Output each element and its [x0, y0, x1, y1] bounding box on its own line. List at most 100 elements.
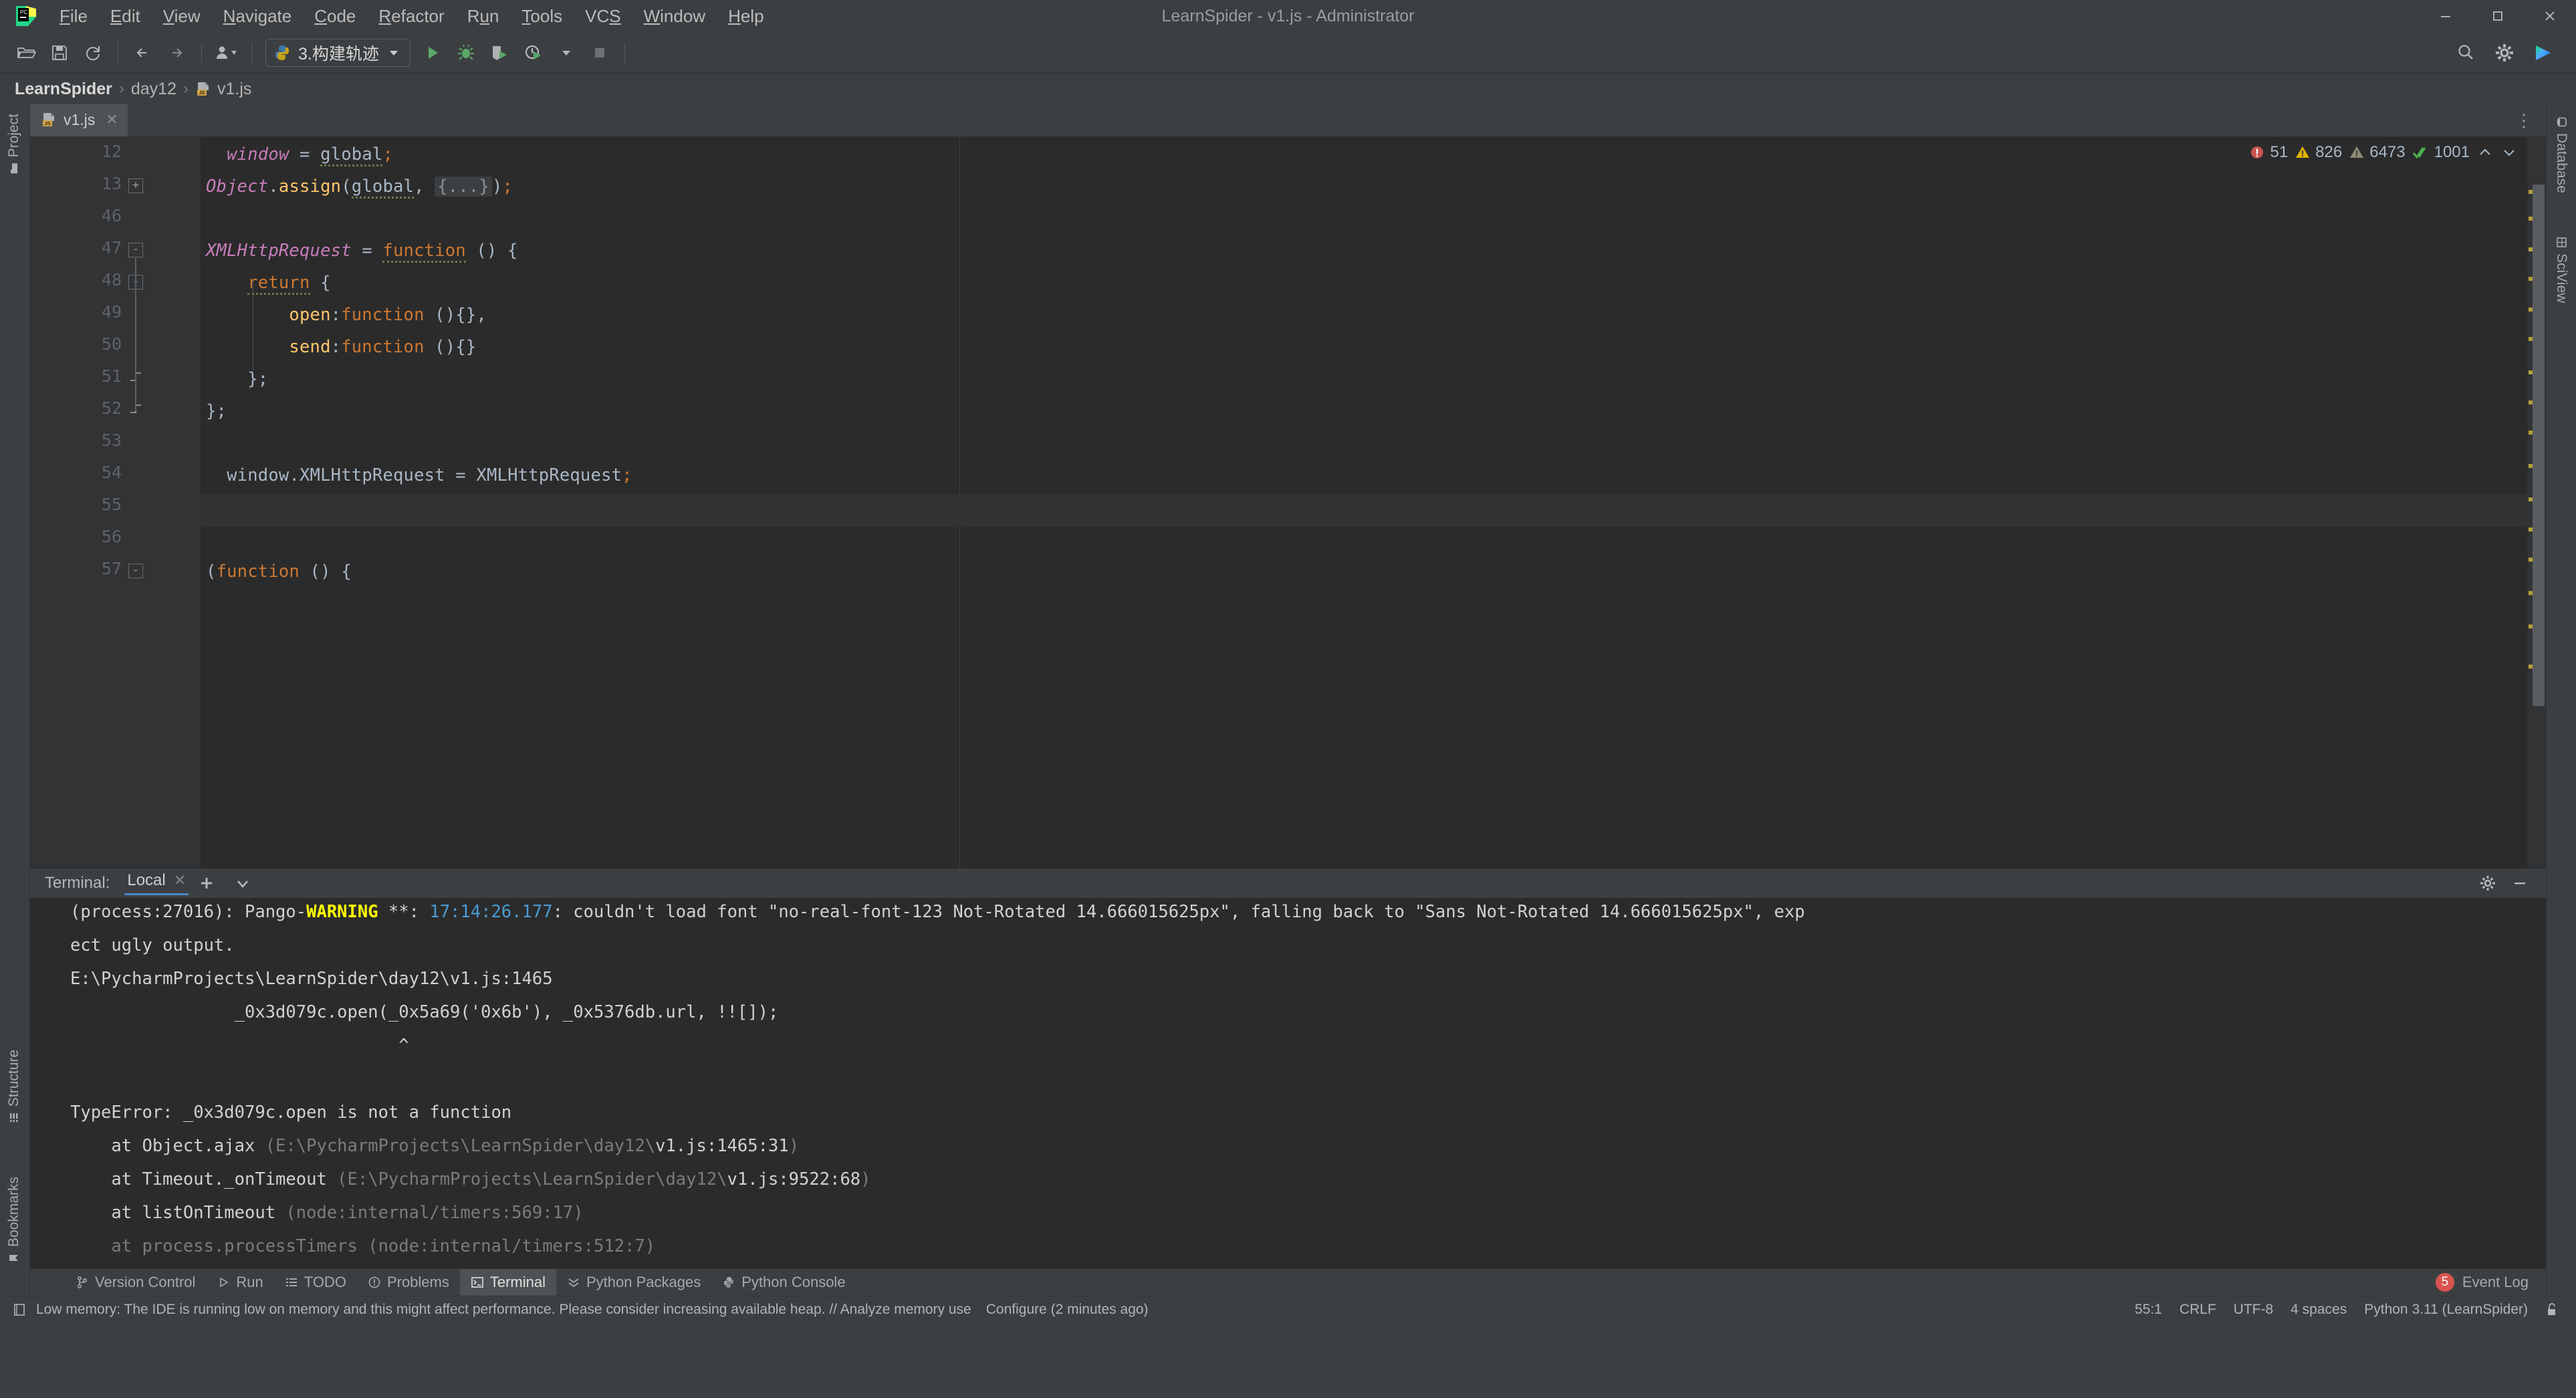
menu-item-window[interactable]: Window	[632, 3, 717, 29]
scrollbar-thumb[interactable]	[2533, 185, 2545, 706]
python-interpreter[interactable]: Python 3.11 (LearnSpider)	[2364, 1302, 2528, 1318]
search-icon[interactable]	[2449, 37, 2482, 68]
terminal-tab-local[interactable]: Local ✕	[124, 871, 189, 895]
stop-icon[interactable]	[583, 37, 616, 68]
fold-collapse-icon[interactable]: -	[128, 564, 143, 578]
sidebar-item-bookmarks[interactable]: Bookmarks	[6, 1171, 22, 1269]
profiler-icon[interactable]	[516, 37, 550, 68]
editor-gutter[interactable]: 1213+4647-48-495051525354555657-	[30, 136, 201, 868]
debug-icon[interactable]	[449, 37, 483, 68]
caret-position[interactable]: 55:1	[2135, 1302, 2162, 1318]
terminal-token: v1.js:9522:68	[727, 1169, 861, 1189]
code-line[interactable]: window = global;	[206, 144, 393, 166]
code-line[interactable]: };	[206, 369, 268, 389]
error-stripe-scrollbar[interactable]	[2527, 136, 2546, 868]
terminal-line[interactable]: at listOnTimeout (node:internal/timers:5…	[70, 1203, 583, 1223]
chevron-up-icon[interactable]	[2476, 144, 2494, 160]
terminal-line[interactable]: ^	[70, 1036, 408, 1056]
code-content[interactable]: window = global; Object.assign(global, {.…	[201, 136, 2546, 868]
inspection-widget[interactable]: 51 826 6473 1001	[2244, 140, 2523, 164]
terminal-line[interactable]: (process:27016): Pango-WARNING **: 17:14…	[70, 902, 1805, 922]
add-tab-icon[interactable]	[189, 875, 225, 892]
event-log-group[interactable]: 5 Event Log	[2435, 1273, 2546, 1292]
more-options-icon[interactable]: ⋮	[2503, 104, 2546, 136]
profiler-dropdown-icon[interactable]	[550, 37, 583, 68]
breadcrumb-item-project[interactable]: LearnSpider	[15, 80, 112, 99]
menu-item-tools[interactable]: Tools	[510, 3, 574, 29]
inspection-errors[interactable]: 51	[2249, 143, 2288, 162]
user-profile-icon[interactable]	[210, 37, 243, 68]
status-configure-link[interactable]: Configure (2 minutes ago)	[986, 1302, 1149, 1318]
file-encoding[interactable]: UTF-8	[2234, 1302, 2274, 1318]
menu-item-navigate[interactable]: Navigate	[212, 3, 304, 29]
close-button[interactable]	[2524, 0, 2576, 32]
bottom-tab-python-console[interactable]: Python Console	[711, 1269, 856, 1296]
save-all-icon[interactable]	[43, 37, 76, 68]
sidebar-item-sciview[interactable]: SciView	[2553, 231, 2569, 308]
bottom-tab-python-packages[interactable]: Python Packages	[556, 1269, 711, 1296]
gear-icon[interactable]	[2488, 37, 2521, 68]
menu-item-refactor[interactable]: Refactor	[367, 3, 455, 29]
sidebar-item-project[interactable]: Project	[6, 108, 22, 179]
menu-item-file[interactable]: FFileile	[48, 3, 99, 29]
maximize-button[interactable]	[2472, 0, 2524, 32]
line-separator[interactable]: CRLF	[2180, 1302, 2216, 1318]
bottom-tab-version-control[interactable]: Version Control	[65, 1269, 206, 1296]
bottom-tab-problems[interactable]: Problems	[357, 1269, 460, 1296]
sidebar-item-database[interactable]: Database	[2553, 111, 2569, 199]
lock-open-icon[interactable]	[2545, 1302, 2559, 1317]
forward-arrow-icon[interactable]	[160, 37, 193, 68]
terminal-line[interactable]: _0x3d079c.open(_0x5a69('0x6b'), _0x5376d…	[70, 1002, 779, 1022]
bottom-tab-terminal[interactable]: Terminal	[459, 1269, 556, 1296]
code-line[interactable]: (function () {	[206, 562, 352, 582]
indent-setting[interactable]: 4 spaces	[2291, 1302, 2347, 1318]
code-line[interactable]: Object.assign(global, {...});	[206, 177, 513, 199]
open-folder-icon[interactable]	[9, 37, 43, 68]
menu-item-view[interactable]: View	[152, 3, 212, 29]
code-token: ,	[414, 177, 435, 197]
menu-item-help[interactable]: Help	[717, 3, 775, 29]
editor-tab-v1js[interactable]: JS v1.js ✕	[30, 104, 128, 136]
bottom-tab-todo[interactable]: TODO	[274, 1269, 357, 1296]
minimize-button[interactable]	[2420, 0, 2472, 32]
menu-item-edit[interactable]: Edit	[99, 3, 152, 29]
inspection-warnings[interactable]: 826	[2295, 143, 2342, 162]
code-line[interactable]: XMLHttpRequest = function () {	[206, 241, 518, 263]
close-icon[interactable]: ✕	[174, 872, 186, 889]
terminal-line[interactable]: ect ugly output.	[70, 935, 235, 955]
terminal-line[interactable]: TypeError: _0x3d079c.open is not a funct…	[70, 1102, 511, 1123]
terminal-line[interactable]: E:\PycharmProjects\LearnSpider\day12\v1.…	[70, 969, 553, 989]
menu-item-vcs[interactable]: VCS	[574, 3, 632, 29]
terminal-line[interactable]: at Object.ajax (E:\PycharmProjects\Learn…	[70, 1136, 799, 1156]
code-line[interactable]: send:function (){}	[206, 337, 476, 357]
code-line[interactable]: open:function (){},	[206, 305, 487, 325]
fold-collapse-icon[interactable]: -	[128, 243, 143, 257]
sidebar-item-structure[interactable]: Structure	[6, 1044, 22, 1129]
code-line[interactable]: window.XMLHttpRequest = XMLHttpRequest;	[206, 465, 632, 485]
terminal-output[interactable]: (process:27016): Pango-WARNING **: 17:14…	[30, 898, 2546, 1269]
chevron-down-icon[interactable]	[2500, 144, 2518, 160]
menu-item-code[interactable]: Code	[303, 3, 367, 29]
run-icon[interactable]	[416, 37, 449, 68]
back-arrow-icon[interactable]	[126, 37, 160, 68]
code-editor[interactable]: 1213+4647-48-495051525354555657- window …	[30, 136, 2546, 868]
run-configuration-selector[interactable]: 3.构建轨迹	[265, 38, 411, 67]
chevron-down-icon[interactable]	[225, 875, 261, 892]
breadcrumb-item-folder[interactable]: day12	[131, 80, 177, 99]
close-icon[interactable]: ✕	[106, 111, 118, 128]
minimize-icon[interactable]	[2511, 875, 2529, 892]
terminal-line[interactable]: at process.processTimers (node:internal/…	[70, 1236, 655, 1256]
gear-icon[interactable]	[2479, 875, 2496, 892]
code-line[interactable]: return {	[206, 273, 331, 295]
fold-expand-icon[interactable]: +	[128, 179, 143, 193]
menu-item-run[interactable]: Run	[456, 3, 511, 29]
code-line[interactable]: };	[206, 401, 227, 421]
inspection-passed[interactable]: 1001	[2412, 143, 2470, 162]
refresh-icon[interactable]	[76, 37, 110, 68]
terminal-line[interactable]: at Timeout._onTimeout (E:\PycharmProject…	[70, 1169, 870, 1189]
ai-assistant-icon[interactable]	[2527, 37, 2560, 68]
breadcrumb-item-file[interactable]: JS v1.js	[195, 80, 251, 99]
inspection-weak-warnings[interactable]: 6473	[2349, 143, 2406, 162]
bottom-tab-run[interactable]: Run	[206, 1269, 273, 1296]
run-with-coverage-icon[interactable]	[483, 37, 516, 68]
